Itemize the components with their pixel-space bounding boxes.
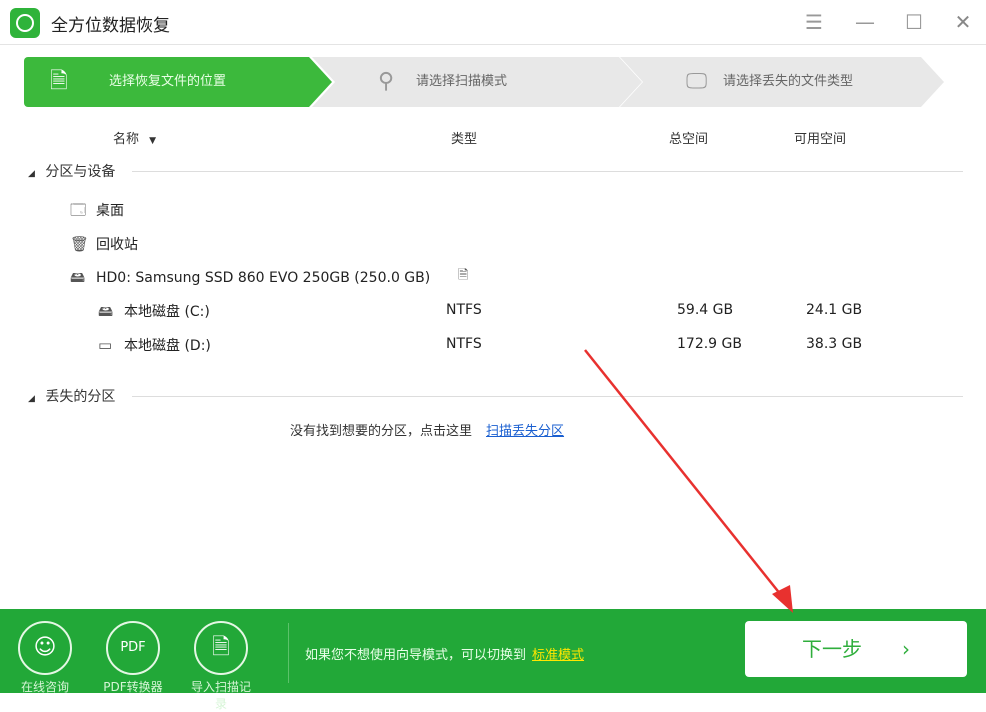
sort-down-icon: ▼ [149, 136, 157, 146]
mode-switch-text: 如果您不想使用向导模式，可以切换到 标准模式 [305, 648, 585, 663]
item-recycle-bin[interactable]: 🗑 回收站 [70, 234, 138, 254]
import-scan-record-button[interactable]: 🗎 导入扫描记录 [186, 621, 256, 712]
divider [132, 171, 963, 172]
divider [132, 396, 963, 397]
footer: ☺ 在线咨询 PDF PDF转换器 🗎 导入扫描记录 如果您不想使用向导模式，可以切换… [0, 609, 986, 711]
hint: 没有找到想要的分区，点击这里 扫描丢失分区 [290, 424, 565, 439]
trash-icon: 🗑 [70, 235, 90, 253]
partition-row[interactable]: ▭ 本地磁盘 (D:) [98, 335, 211, 355]
item-desktop[interactable]: 🗔 桌面 [70, 200, 124, 220]
disk-icon: ▭ [98, 336, 113, 354]
standard-mode-link[interactable]: 标准模式 [532, 648, 584, 663]
title-bar: 全方位数据恢复 ☰ — ☐ ✕ [0, 0, 986, 45]
partition-type: NTFS [446, 336, 482, 352]
partition-free: 38.3 GB [806, 336, 863, 352]
disk-info-icon[interactable]: 🗎 [458, 266, 468, 286]
collapse-icon: ◢ [28, 394, 35, 404]
partition-total: 59.4 GB [677, 302, 734, 318]
step-file-type: 🖵 请选择丢失的文件类型 [620, 57, 944, 107]
document-search-icon: 🗎 [194, 621, 248, 675]
pdf-converter-button[interactable]: PDF PDF转换器 [98, 621, 168, 695]
wizard-steps: 🗎 选择恢复文件的位置 ⚲ 请选择扫描模式 🖵 请选择丢失的文件类型 [24, 57, 944, 107]
monitor-icon: 🖵 [686, 69, 708, 94]
pdf-icon: PDF [106, 621, 160, 675]
partition-type: NTFS [446, 302, 482, 318]
app-logo-icon [10, 8, 40, 38]
close-icon[interactable]: ✕ [951, 10, 975, 34]
divider [288, 623, 289, 683]
document-icon: 🗎 [50, 69, 68, 94]
step-scan-mode: ⚲ 请选择扫描模式 [312, 57, 642, 107]
column-name[interactable]: 名称 ▼ [113, 128, 156, 147]
column-total[interactable]: 总空间 [669, 128, 708, 147]
section-devices[interactable]: ◢ 分区与设备 [28, 161, 963, 181]
search-icon: ⚲ [378, 69, 395, 94]
maximize-icon[interactable]: ☐ [902, 10, 926, 34]
desktop-icon: 🗔 [70, 201, 87, 219]
next-button[interactable]: 下一步 › [745, 621, 967, 677]
hard-disk-icon: 🖴 [70, 268, 86, 286]
chevron-right-icon: › [902, 637, 910, 661]
section-lost-partitions[interactable]: ◢ 丢失的分区 [28, 386, 963, 406]
partition-row[interactable]: 🖴 本地磁盘 (C:) [98, 301, 210, 321]
minimize-icon[interactable]: — [853, 10, 877, 34]
scan-lost-partition-link[interactable]: 扫描丢失分区 [486, 424, 564, 439]
column-free[interactable]: 可用空间 [794, 128, 846, 147]
item-disk[interactable]: 🖴 HD0: Samsung SSD 860 EVO 250GB (250.0 G… [70, 267, 430, 287]
os-disk-icon: 🖴 [98, 302, 114, 320]
hamburger-icon[interactable]: ☰ [802, 10, 826, 34]
column-type[interactable]: 类型 [451, 128, 477, 147]
headset-icon: ☺ [18, 621, 72, 675]
step-select-location: 🗎 选择恢复文件的位置 [24, 57, 332, 107]
collapse-icon: ◢ [28, 169, 35, 179]
app-title: 全方位数据恢复 [51, 16, 170, 36]
partition-free: 24.1 GB [806, 302, 863, 318]
partition-total: 172.9 GB [677, 336, 742, 352]
online-consult-button[interactable]: ☺ 在线咨询 [10, 621, 80, 695]
